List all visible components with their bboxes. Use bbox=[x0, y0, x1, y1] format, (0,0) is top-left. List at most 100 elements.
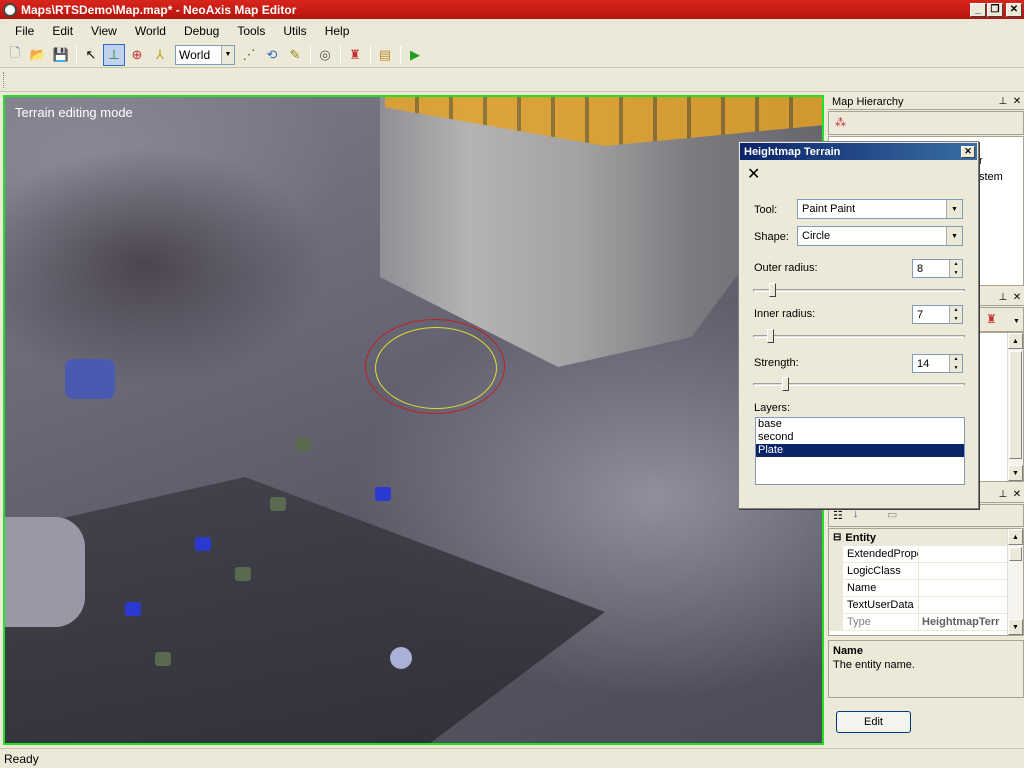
property-name: Type bbox=[843, 614, 919, 630]
close-icon[interactable]: ✕ bbox=[747, 164, 760, 184]
run-play-icon[interactable]: ▶ bbox=[404, 44, 426, 66]
outer-radius-slider[interactable] bbox=[753, 283, 965, 297]
main-toolbar: 🗋 📂 💾 ↖ ⊥ ⊕ ⅄ World ▼ ⋰ ⟲ ✎ ◎ ♜ ▤ ▶ bbox=[0, 42, 1024, 68]
close-icon[interactable]: ✕ bbox=[1010, 96, 1024, 107]
new-file-icon[interactable]: 🗋 bbox=[4, 44, 26, 66]
dialog-title-bar[interactable]: Heightmap Terrain ✕ bbox=[740, 143, 977, 160]
slider-thumb[interactable] bbox=[767, 329, 774, 343]
menu-help[interactable]: Help bbox=[316, 24, 359, 38]
layer-item-selected[interactable]: Plate bbox=[756, 444, 964, 457]
tree-item[interactable]: stem bbox=[979, 171, 1003, 183]
shape-select[interactable]: Circle ▼ bbox=[797, 226, 963, 246]
property-value: HeightmapTerr bbox=[922, 616, 1000, 628]
entity-icon[interactable]: ♜ bbox=[344, 44, 366, 66]
edit-button[interactable]: Edit bbox=[836, 711, 911, 733]
property-description: Name The entity name. bbox=[828, 640, 1024, 698]
close-button[interactable]: ✕ bbox=[1006, 2, 1022, 17]
outer-radius-input[interactable]: 8 ▲ ▼ bbox=[912, 259, 963, 278]
property-row[interactable]: Name bbox=[829, 580, 1023, 597]
layer-item[interactable]: base bbox=[756, 418, 964, 431]
unit bbox=[295, 437, 311, 451]
spin-arrows-icon[interactable]: ▲ ▼ bbox=[949, 355, 962, 372]
inner-radius-value: 7 bbox=[917, 308, 924, 321]
slider-thumb[interactable] bbox=[769, 283, 776, 297]
spin-arrows-icon[interactable]: ▲ ▼ bbox=[949, 306, 962, 323]
shape-label: Shape: bbox=[754, 231, 789, 243]
rotate-tool-icon[interactable]: ⊕ bbox=[126, 44, 148, 66]
restore-button[interactable]: ❐ bbox=[987, 2, 1003, 17]
layers-label: Layers: bbox=[754, 402, 791, 414]
tool-select[interactable]: Paint Paint ▼ bbox=[797, 199, 963, 219]
chevron-down-icon: ▼ bbox=[221, 45, 234, 64]
toolbar-grip[interactable] bbox=[3, 72, 6, 88]
menu-utils[interactable]: Utils bbox=[274, 24, 315, 38]
menu-view[interactable]: View bbox=[82, 24, 126, 38]
pin-icon[interactable]: ⊥ bbox=[996, 292, 1010, 303]
close-icon[interactable]: ✕ bbox=[1010, 489, 1024, 500]
tree-item[interactable]: r bbox=[979, 155, 983, 167]
menu-edit[interactable]: Edit bbox=[43, 24, 82, 38]
unit bbox=[375, 487, 391, 501]
menu-file[interactable]: File bbox=[6, 24, 43, 38]
property-value[interactable] bbox=[919, 597, 1007, 613]
layer-item[interactable]: second bbox=[756, 431, 964, 444]
scroll-thumb[interactable] bbox=[1009, 351, 1022, 459]
scroll-up-icon[interactable]: ▲ bbox=[1008, 333, 1023, 349]
camera-icon[interactable]: ◎ bbox=[314, 44, 336, 66]
property-row[interactable]: LogicClass bbox=[829, 563, 1023, 580]
hierarchy-filter-icon[interactable]: ⁂ bbox=[835, 116, 846, 129]
menu-debug[interactable]: Debug bbox=[175, 24, 228, 38]
spin-arrows-icon[interactable]: ▲ ▼ bbox=[949, 260, 962, 277]
property-value[interactable] bbox=[919, 546, 1007, 562]
collapse-icon[interactable]: ⊟ bbox=[833, 532, 841, 543]
snap-icon[interactable]: ⋰ bbox=[238, 44, 260, 66]
property-value[interactable] bbox=[919, 580, 1007, 596]
pin-icon[interactable]: ⊥ bbox=[996, 96, 1010, 107]
scroll-up-icon[interactable]: ▲ bbox=[1008, 529, 1023, 545]
entity-icon[interactable]: ♜ bbox=[986, 312, 997, 326]
move-tool-icon[interactable]: ⊥ bbox=[103, 43, 125, 66]
pin-icon[interactable]: ⊥ bbox=[996, 489, 1010, 500]
chevron-down-icon: ▼ bbox=[946, 227, 962, 245]
property-value[interactable] bbox=[919, 563, 1007, 579]
layers-list[interactable]: base second Plate bbox=[755, 417, 965, 485]
property-name: Name bbox=[843, 580, 919, 596]
menu-tools[interactable]: Tools bbox=[228, 24, 274, 38]
scroll-down-icon[interactable]: ▼ bbox=[1008, 465, 1023, 481]
map-viewport[interactable]: Terrain editing mode bbox=[3, 95, 824, 745]
menu-world[interactable]: World bbox=[126, 24, 175, 38]
magic-icon[interactable]: ✎ bbox=[284, 44, 306, 66]
property-row[interactable]: ExtendedPrope bbox=[829, 546, 1023, 563]
property-row[interactable]: TextUserData bbox=[829, 597, 1023, 614]
scroll-thumb[interactable] bbox=[1009, 547, 1022, 561]
chevron-down-icon: ▼ bbox=[946, 200, 962, 218]
inner-radius-slider[interactable] bbox=[753, 329, 965, 343]
open-folder-icon[interactable]: 📂 bbox=[27, 44, 49, 66]
property-pages-icon[interactable]: ▭ bbox=[887, 508, 897, 521]
align-icon[interactable]: ⟲ bbox=[261, 44, 283, 66]
property-row[interactable]: Type HeightmapTerr bbox=[829, 614, 1023, 631]
property-category[interactable]: ⊟ Entity bbox=[829, 529, 1023, 546]
inner-radius-input[interactable]: 7 ▲ ▼ bbox=[912, 305, 963, 324]
vertical-scrollbar[interactable]: ▲ ▼ bbox=[1007, 529, 1023, 635]
vertical-scrollbar[interactable]: ▲ ▼ bbox=[1007, 333, 1023, 481]
chevron-down-icon[interactable]: ▼ bbox=[1013, 318, 1020, 325]
coord-space-select[interactable]: World ▼ bbox=[175, 44, 235, 65]
close-icon[interactable]: ✕ bbox=[1010, 292, 1024, 303]
strength-input[interactable]: 14 ▲ ▼ bbox=[912, 354, 963, 373]
shape-value: Circle bbox=[802, 230, 831, 242]
strength-slider[interactable] bbox=[753, 377, 965, 391]
title-bar: Maps\RTSDemo\Map.map* - NeoAxis Map Edit… bbox=[0, 0, 1024, 19]
select-arrow-icon[interactable]: ↖ bbox=[80, 44, 102, 66]
scale-tool-icon[interactable]: ⅄ bbox=[149, 44, 171, 66]
minimize-button[interactable]: _ bbox=[970, 2, 986, 17]
save-icon[interactable]: 💾 bbox=[50, 44, 72, 66]
categorized-icon[interactable]: ☷ bbox=[833, 509, 843, 522]
scroll-down-icon[interactable]: ▼ bbox=[1008, 619, 1023, 635]
sort-alpha-icon[interactable]: ↓ bbox=[853, 508, 859, 520]
resource-icon[interactable]: ▤ bbox=[374, 44, 396, 66]
property-grid[interactable]: ⊟ Entity ExtendedPrope LogicClass Name T… bbox=[828, 528, 1024, 636]
tool-label: Tool: bbox=[754, 204, 778, 216]
dialog-close-button[interactable]: ✕ bbox=[961, 145, 975, 158]
slider-thumb[interactable] bbox=[782, 377, 789, 391]
